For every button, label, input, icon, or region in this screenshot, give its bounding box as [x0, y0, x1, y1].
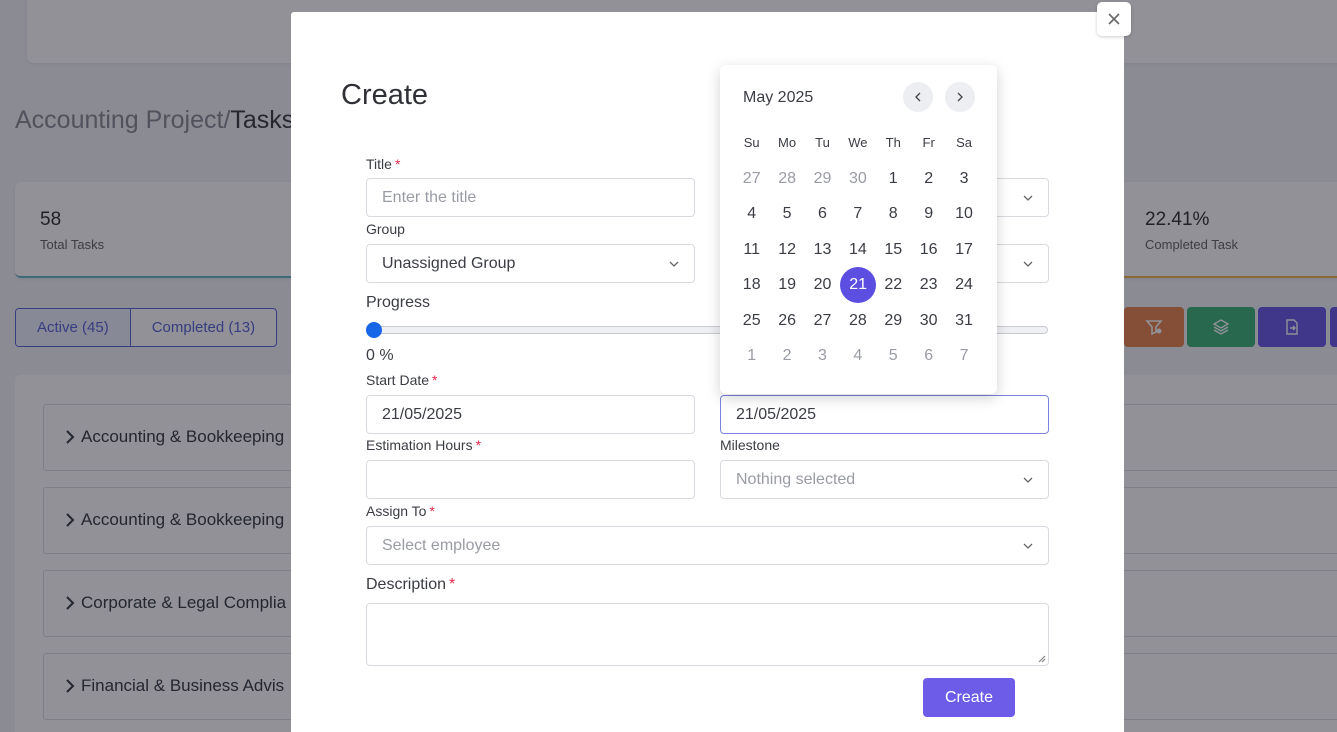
assign-to-select-value: Select employee: [382, 537, 501, 554]
progress-value: 0 %: [366, 347, 394, 364]
calendar-day[interactable]: 19: [769, 267, 804, 302]
calendar-day[interactable]: 29: [805, 161, 840, 196]
calendar-day[interactable]: 14: [840, 232, 875, 267]
chevron-down-icon: [1023, 195, 1033, 201]
weekday-header: We: [848, 135, 868, 150]
weekday-header: Su: [743, 135, 760, 150]
calendar-day[interactable]: 27: [734, 161, 769, 196]
start-date-label: Start Date *: [366, 372, 438, 388]
description-textarea[interactable]: [366, 603, 1049, 666]
calendar-day[interactable]: 27: [805, 303, 840, 338]
resize-grip-icon[interactable]: [1036, 653, 1046, 663]
calendar-day[interactable]: 13: [805, 232, 840, 267]
calendar-day[interactable]: 8: [876, 196, 911, 231]
progress-label: Progress: [366, 294, 431, 311]
milestone-select-value: Nothing selected: [736, 471, 856, 488]
calendar-day[interactable]: 10: [946, 196, 981, 231]
calendar-day[interactable]: 5: [769, 196, 804, 231]
group-label: Group: [366, 221, 405, 237]
calendar-day[interactable]: 4: [734, 196, 769, 231]
assign-to-select[interactable]: Select employee: [366, 526, 1049, 565]
calendar-day[interactable]: 26: [769, 303, 804, 338]
prev-month-button[interactable]: [903, 82, 933, 112]
calendar-day[interactable]: 2: [911, 161, 946, 196]
title-input[interactable]: Enter the title: [366, 178, 695, 217]
weekday-header: Tu: [815, 135, 830, 150]
assign-to-label: Assign To *: [366, 503, 435, 519]
weekday-header: Th: [885, 135, 901, 150]
title-label: Title *: [366, 156, 401, 172]
calendar-day[interactable]: 2: [769, 338, 804, 373]
calendar-day[interactable]: 25: [734, 303, 769, 338]
modal-title: Create: [341, 79, 429, 111]
calendar-day[interactable]: 22: [876, 267, 911, 302]
calendar-day[interactable]: 20: [805, 267, 840, 302]
group-select[interactable]: Unassigned Group: [366, 244, 695, 283]
chevron-down-icon: [669, 261, 679, 267]
close-icon: [1108, 13, 1120, 25]
create-button[interactable]: Create: [923, 678, 1015, 717]
weekday-header: Sa: [956, 135, 972, 150]
calendar-day[interactable]: 28: [840, 303, 875, 338]
calendar-day[interactable]: 30: [840, 161, 875, 196]
chevron-down-icon: [1023, 477, 1033, 483]
calendar-day[interactable]: 12: [769, 232, 804, 267]
weekday-header: Fr: [922, 135, 935, 150]
date-picker: May 2025 Su Mo Tu We Th Fr Sa 27 28 29 30 1 2 3 4 5 6 7 8 9…: [720, 65, 997, 394]
calendar-day[interactable]: 1: [876, 161, 911, 196]
calendar-day[interactable]: 6: [911, 338, 946, 373]
due-date-input[interactable]: 21/05/2025: [720, 395, 1049, 434]
milestone-select[interactable]: Nothing selected: [720, 460, 1049, 499]
estimation-hours-label: Estimation Hours *: [366, 437, 482, 453]
calendar-day[interactable]: 29: [876, 303, 911, 338]
calendar-day-selected[interactable]: 21: [840, 267, 877, 304]
calendar-day[interactable]: 9: [911, 196, 946, 231]
close-button[interactable]: [1097, 2, 1131, 36]
start-date-input[interactable]: 21/05/2025: [366, 395, 695, 434]
milestone-label: Milestone: [720, 437, 780, 453]
calendar-day[interactable]: 3: [946, 161, 981, 196]
calendar-day[interactable]: 7: [840, 196, 875, 231]
calendar-day[interactable]: 11: [734, 232, 769, 267]
progress-slider-thumb[interactable]: [366, 322, 382, 338]
next-month-button[interactable]: [945, 82, 975, 112]
calendar-day[interactable]: 5: [876, 338, 911, 373]
calendar-day[interactable]: 23: [911, 267, 946, 302]
calendar-day[interactable]: 6: [805, 196, 840, 231]
calendar-day[interactable]: 1: [734, 338, 769, 373]
estimation-hours-input[interactable]: [366, 460, 695, 499]
calendar-day[interactable]: 30: [911, 303, 946, 338]
calendar-day[interactable]: 7: [946, 338, 981, 373]
calendar-day[interactable]: 28: [769, 161, 804, 196]
chevron-right-icon: [957, 92, 963, 102]
calendar-day[interactable]: 15: [876, 232, 911, 267]
calendar-grid: Su Mo Tu We Th Fr Sa 27 28 29 30 1 2 3 4 5 6 7 8 9 10 11 12 13 1…: [734, 125, 983, 373]
calendar-month: May 2025: [743, 89, 814, 106]
calendar-day[interactable]: 4: [840, 338, 875, 373]
group-select-value: Unassigned Group: [382, 255, 516, 272]
calendar-day[interactable]: 31: [946, 303, 981, 338]
calendar-day[interactable]: 18: [734, 267, 769, 302]
calendar-day[interactable]: 16: [911, 232, 946, 267]
chevron-left-icon: [915, 92, 921, 102]
weekday-header: Mo: [778, 135, 797, 150]
description-label: Description *: [366, 576, 456, 593]
calendar-day[interactable]: 17: [946, 232, 981, 267]
calendar-day[interactable]: 24: [946, 267, 981, 302]
calendar-day[interactable]: 3: [805, 338, 840, 373]
chevron-down-icon: [1023, 543, 1033, 549]
chevron-down-icon: [1023, 261, 1033, 267]
